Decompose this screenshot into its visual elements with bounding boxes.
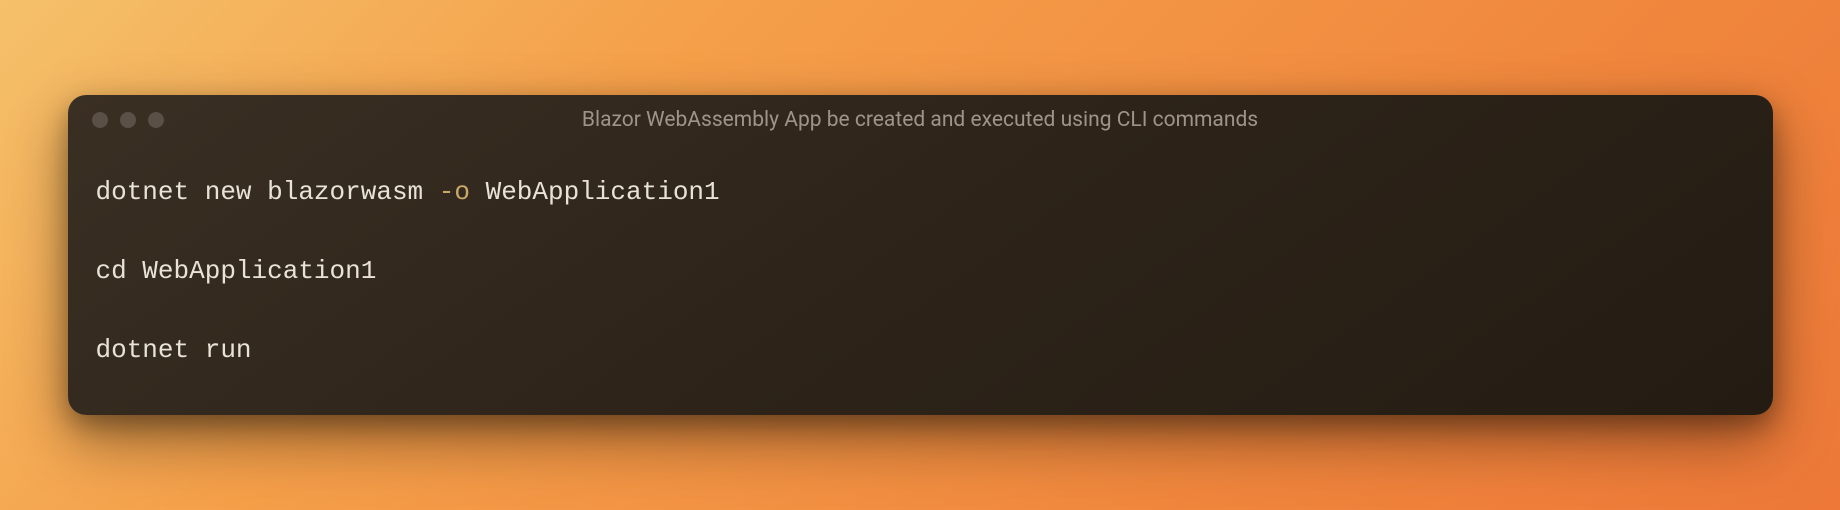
- minimize-button[interactable]: [120, 112, 136, 128]
- terminal-window: Blazor WebAssembly App be created and ex…: [68, 95, 1773, 415]
- code-line-2: cd WebApplication1: [96, 256, 1745, 287]
- maximize-button[interactable]: [148, 112, 164, 128]
- titlebar: Blazor WebAssembly App be created and ex…: [68, 95, 1773, 145]
- traffic-lights: [92, 112, 164, 128]
- code-flag: -o: [439, 177, 470, 207]
- code-line-1: dotnet new blazorwasm -o WebApplication1: [96, 177, 1745, 208]
- close-button[interactable]: [92, 112, 108, 128]
- window-title: Blazor WebAssembly App be created and ex…: [582, 108, 1258, 132]
- code-line-3: dotnet run: [96, 335, 1745, 366]
- code-text: dotnet new blazorwasm: [96, 177, 439, 207]
- code-text: WebApplication1: [470, 177, 720, 207]
- terminal-body[interactable]: dotnet new blazorwasm -o WebApplication1…: [68, 145, 1773, 415]
